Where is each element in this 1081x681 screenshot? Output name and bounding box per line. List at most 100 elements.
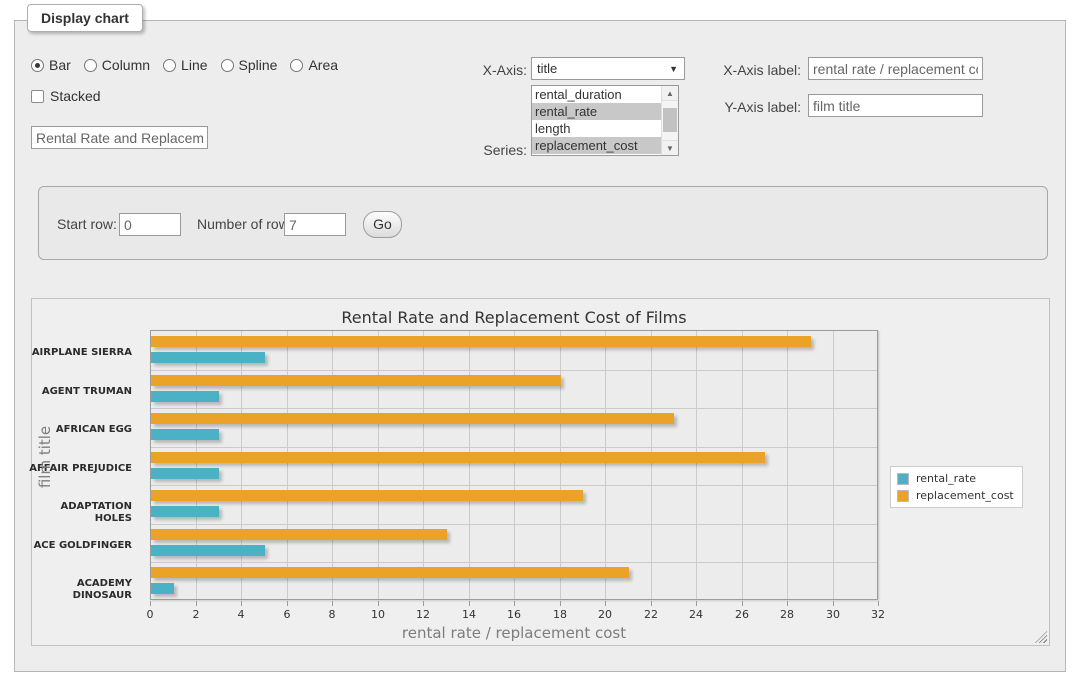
bar-rental_rate-affair-prejudice: [151, 468, 219, 479]
gridline-vertical: [787, 331, 788, 599]
x-tick-label: 0: [130, 608, 170, 621]
gridline-vertical: [469, 331, 470, 599]
x-tick-label: 22: [631, 608, 671, 621]
start-row-input[interactable]: [119, 213, 181, 236]
x-tick-mark: [605, 601, 606, 606]
x-axis-label-field-label: X-Axis label:: [681, 62, 801, 78]
chart-type-radio-spline[interactable]: Spline: [221, 57, 278, 73]
x-tick-label: 12: [403, 608, 443, 621]
x-tick-mark: [833, 601, 834, 606]
chart-container: Rental Rate and Replacement Cost of Film…: [31, 298, 1050, 646]
legend-label: rental_rate: [916, 472, 976, 485]
bar-replacement_cost-ace-goldfinger: [151, 529, 447, 540]
x-tick-label: 18: [540, 608, 580, 621]
radio-icon[interactable]: [31, 59, 44, 72]
gridline-horizontal: [151, 524, 877, 525]
scrollbar-thumb[interactable]: [663, 108, 677, 132]
series-option-rental_duration[interactable]: rental_duration: [532, 86, 661, 103]
radio-label: Column: [102, 57, 150, 73]
radio-icon[interactable]: [290, 59, 303, 72]
radio-label: Area: [308, 57, 338, 73]
stacked-checkbox[interactable]: [31, 90, 44, 103]
scroll-up-icon[interactable]: ▲: [662, 86, 678, 101]
series-option-replacement_cost[interactable]: replacement_cost: [532, 137, 661, 154]
series-scrollbar[interactable]: ▲ ▼: [661, 86, 678, 155]
y-axis-title: film title: [36, 392, 52, 522]
stacked-label: Stacked: [50, 88, 101, 104]
resize-handle-icon[interactable]: [1035, 631, 1047, 643]
x-tick-mark: [787, 601, 788, 606]
gridline-vertical: [651, 331, 652, 599]
x-axis-label-input[interactable]: [808, 57, 983, 80]
gridline-horizontal: [151, 562, 877, 563]
chart-type-radio-area[interactable]: Area: [290, 57, 338, 73]
x-tick-mark: [378, 601, 379, 606]
bar-rental_rate-ace-goldfinger: [151, 545, 265, 556]
series-option-length[interactable]: length: [532, 120, 661, 137]
x-tick-mark: [696, 601, 697, 606]
row-controls-box: Start row: Number of rows: Go: [38, 186, 1048, 260]
panel-legend: Display chart: [27, 4, 143, 32]
radio-dot: [35, 63, 40, 68]
radio-icon[interactable]: [84, 59, 97, 72]
x-tick-mark: [878, 601, 879, 606]
x-tick-label: 16: [494, 608, 534, 621]
x-tick-mark: [241, 601, 242, 606]
bar-replacement_cost-agent-truman: [151, 375, 561, 386]
gridline-vertical: [560, 331, 561, 599]
stacked-checkbox-row: Stacked: [31, 88, 101, 104]
gridline-vertical: [833, 331, 834, 599]
x-tick-label: 4: [221, 608, 261, 621]
x-tick-mark: [150, 601, 151, 606]
number-of-rows-input[interactable]: [284, 213, 346, 236]
bar-rental_rate-adaptation-holes: [151, 506, 219, 517]
chart-type-radio-group: Bar Column Line Spline Area: [31, 57, 338, 73]
x-tick-mark: [332, 601, 333, 606]
series-list-label: Series:: [397, 142, 527, 158]
y-axis-label-input[interactable]: [808, 94, 983, 117]
start-row-label: Start row:: [57, 216, 117, 232]
chart-type-radio-line[interactable]: Line: [163, 57, 207, 73]
chart-plot-area: [150, 330, 878, 600]
bar-replacement_cost-adaptation-holes: [151, 490, 583, 501]
chart-legend: rental_rate replacement_cost: [890, 466, 1023, 508]
chart-title-input[interactable]: [31, 126, 208, 149]
x-tick-label: 26: [722, 608, 762, 621]
x-tick-label: 24: [676, 608, 716, 621]
radio-icon[interactable]: [221, 59, 234, 72]
x-tick-label: 28: [767, 608, 807, 621]
radio-label: Bar: [49, 57, 71, 73]
legend-swatch-icon: [897, 473, 909, 485]
gridline-horizontal: [151, 370, 877, 371]
series-option-rental_rate[interactable]: rental_rate: [532, 103, 661, 120]
bar-replacement_cost-african-egg: [151, 413, 674, 424]
chart-title: Rental Rate and Replacement Cost of Film…: [32, 308, 996, 327]
x-tick-label: 32: [858, 608, 898, 621]
go-button[interactable]: Go: [363, 211, 402, 238]
legend-swatch-icon: [897, 490, 909, 502]
x-tick-mark: [742, 601, 743, 606]
chevron-down-icon: ▼: [669, 64, 678, 74]
category-label: ACADEMY DINOSAUR: [22, 578, 132, 590]
x-tick-label: 10: [358, 608, 398, 621]
bar-replacement_cost-affair-prejudice: [151, 452, 765, 463]
x-tick-mark: [287, 601, 288, 606]
series-multiselect[interactable]: rental_durationrental_ratelengthreplacem…: [531, 85, 679, 156]
gridline-vertical: [878, 331, 879, 599]
chart-type-radio-column[interactable]: Column: [84, 57, 150, 73]
bar-replacement_cost-academy-dinosaur: [151, 567, 629, 578]
chart-type-radio-bar[interactable]: Bar: [31, 57, 71, 73]
bar-rental_rate-african-egg: [151, 429, 219, 440]
display-chart-panel: Display chart BarColumnLineSplineArea St…: [14, 20, 1066, 672]
gridline-vertical: [742, 331, 743, 599]
radio-icon[interactable]: [163, 59, 176, 72]
gridline-vertical: [241, 331, 242, 599]
bar-rental_rate-academy-dinosaur: [151, 583, 174, 594]
scroll-down-icon[interactable]: ▼: [662, 140, 678, 155]
x-tick-label: 30: [813, 608, 853, 621]
legend-item-replacement_cost: replacement_cost: [897, 489, 1014, 502]
gridline-vertical: [696, 331, 697, 599]
gridline-vertical: [332, 331, 333, 599]
x-axis-select[interactable]: title ▼: [531, 57, 685, 80]
x-tick-mark: [196, 601, 197, 606]
